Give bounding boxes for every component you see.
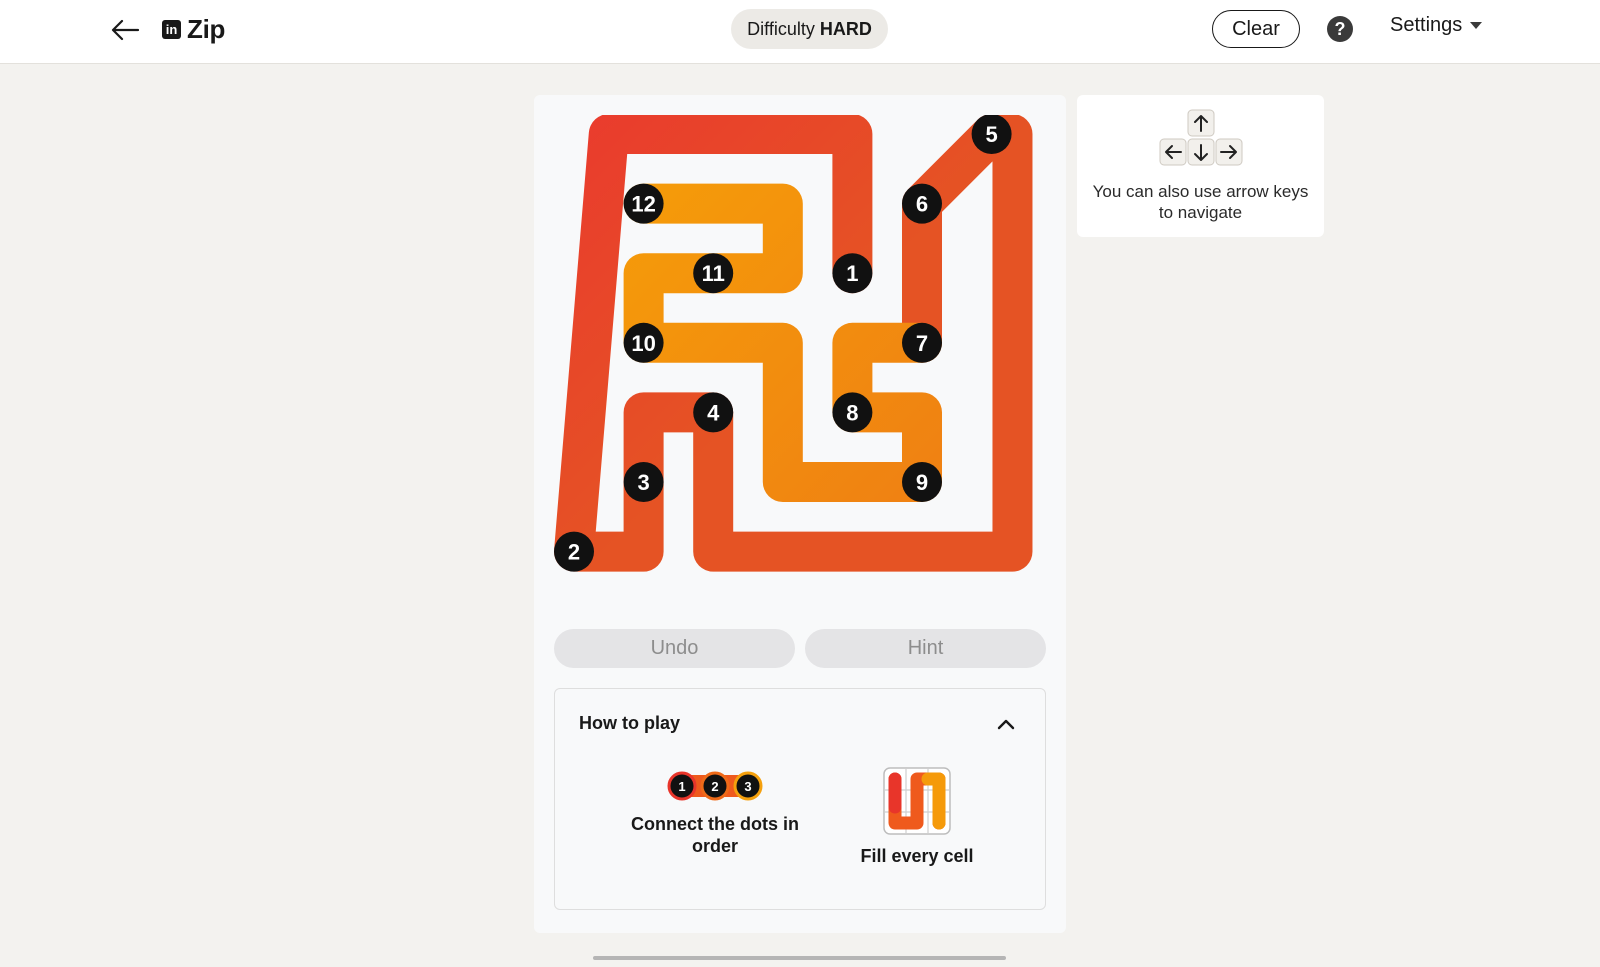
rule-connect-dots: 1 2 3 Connect the dots in order <box>615 769 815 857</box>
dot-label: 4 <box>707 400 720 425</box>
top-bar: in Zip Difficulty HARD Clear ? Settings <box>0 0 1600 64</box>
app-title: Zip <box>187 14 226 44</box>
chevron-up-icon[interactable] <box>991 709 1021 739</box>
dot-label: 11 <box>702 261 725 286</box>
dot-3: 3 <box>623 462 664 502</box>
rule-fill-cells: Fill every cell <box>817 767 1017 867</box>
dot-label: 9 <box>916 470 928 495</box>
puzzle-board[interactable]: 123456789101112 <box>554 115 1046 603</box>
dot-2: 2 <box>554 531 594 572</box>
difficulty-badge: Difficulty HARD <box>731 9 888 49</box>
help-icon[interactable]: ? <box>1327 16 1353 42</box>
brand: in Zip <box>162 14 225 45</box>
dot-4: 4 <box>693 392 734 433</box>
settings-dropdown[interactable]: Settings <box>1390 14 1483 37</box>
dot-label: 2 <box>711 779 718 794</box>
rule-fill-text: Fill every cell <box>860 846 974 866</box>
undo-button[interactable]: Undo <box>554 629 795 668</box>
how-to-play-title: How to play <box>579 713 681 733</box>
dot-10: 10 <box>623 322 664 363</box>
arrow-keys-icon <box>1159 109 1243 166</box>
dot-9: 9 <box>902 462 942 502</box>
linkedin-logo-icon: in <box>162 20 181 39</box>
how-to-play-panel: How to play 1 2 3 Connect the dots in or… <box>554 688 1046 910</box>
dot-label: 1 <box>678 779 685 794</box>
arrow-keys-tip-text: You can also use arrow keys to navigate <box>1092 182 1309 222</box>
connected-dots-icon: 1 2 3 <box>667 771 763 801</box>
game-panel: 1 2 3 4 5 6 7 8 9 10 11 12 Undo Hint How to play 1 … <box>534 95 1066 933</box>
back-button[interactable] <box>108 12 144 48</box>
dot-11: 11 <box>693 253 734 294</box>
dot-label: 10 <box>631 331 655 356</box>
dot-label: 2 <box>568 540 580 565</box>
rule-connect-text: Connect the dots in order <box>631 814 799 856</box>
arrow-left-icon <box>111 19 140 41</box>
clear-button[interactable]: Clear <box>1212 10 1300 48</box>
dot-8: 8 <box>832 392 873 433</box>
settings-label: Settings <box>1390 14 1463 36</box>
dot-label: 3 <box>744 779 751 794</box>
scrollbar[interactable] <box>593 956 1006 960</box>
dot-5: 5 <box>971 115 1012 154</box>
dot-label: 7 <box>916 331 928 356</box>
dot-label: 6 <box>916 192 928 217</box>
caret-down-icon <box>1470 22 1483 29</box>
fill-grid-icon <box>883 767 951 835</box>
difficulty-value: HARD <box>819 18 872 39</box>
dot-6: 6 <box>902 183 942 224</box>
arrow-keys-tip: You can also use arrow keys to navigate <box>1077 95 1324 237</box>
hint-button[interactable]: Hint <box>805 629 1046 668</box>
path-segment <box>623 183 942 502</box>
dot-12: 12 <box>623 183 664 224</box>
dot-label: 8 <box>846 400 858 425</box>
dot-7: 7 <box>902 322 942 363</box>
dot-label: 5 <box>985 122 997 147</box>
dot-1: 1 <box>832 253 873 294</box>
dot-label: 12 <box>631 192 655 217</box>
dot-label: 1 <box>846 261 858 286</box>
difficulty-label: Difficulty <box>747 18 815 39</box>
dot-label: 3 <box>637 470 649 495</box>
